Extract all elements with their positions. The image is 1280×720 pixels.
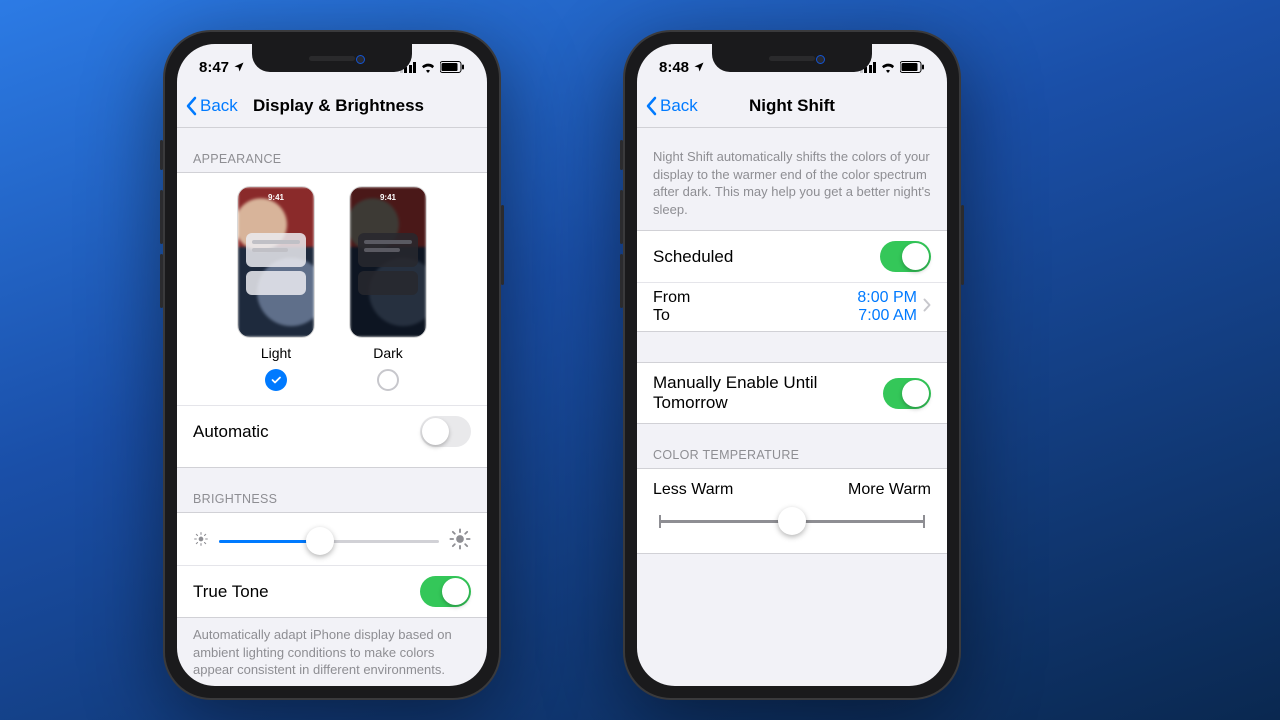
light-radio[interactable]	[265, 369, 287, 391]
manual-enable-label: Manually Enable Until Tomorrow	[653, 373, 883, 413]
truetone-label: True Tone	[193, 582, 269, 602]
scheduled-toggle[interactable]	[880, 241, 931, 272]
manual-enable-toggle[interactable]	[883, 378, 931, 409]
phone-display-brightness: 8:47	[163, 30, 501, 700]
battery-icon	[440, 61, 465, 73]
brightness-slider[interactable]	[219, 527, 439, 555]
appearance-header: APPEARANCE	[177, 128, 487, 172]
page-title: Night Shift	[637, 84, 947, 128]
to-label: To	[653, 307, 690, 325]
from-label: From	[653, 289, 690, 307]
from-value: 8:00 PM	[857, 289, 917, 307]
notch	[252, 44, 412, 72]
notch	[712, 44, 872, 72]
page-title: Display & Brightness	[177, 84, 487, 128]
brightness-slider-row	[177, 513, 487, 565]
appearance-dark-option[interactable]: 9:41 Dark	[350, 187, 426, 391]
truetone-description: Automatically adapt iPhone display based…	[177, 618, 487, 685]
wifi-icon	[880, 61, 896, 73]
dark-label: Dark	[373, 345, 403, 361]
status-time: 8:48	[659, 59, 689, 76]
dark-preview: 9:41	[350, 187, 426, 337]
less-warm-label: Less Warm	[653, 481, 733, 499]
phone-night-shift: 8:48	[623, 30, 961, 700]
schedule-row[interactable]: From To 8:00 PM 7:00 AM	[637, 282, 947, 331]
color-temperature-slider[interactable]	[659, 507, 925, 535]
night-shift-description: Night Shift automatically shifts the col…	[637, 128, 947, 224]
status-time: 8:47	[199, 59, 229, 76]
dark-radio[interactable]	[377, 369, 399, 391]
brightness-header: BRIGHTNESS	[177, 468, 487, 512]
sun-large-icon	[449, 528, 471, 555]
location-icon	[233, 61, 245, 73]
more-warm-label: More Warm	[848, 481, 931, 499]
battery-icon	[900, 61, 925, 73]
sun-small-icon	[193, 531, 209, 552]
light-label: Light	[261, 345, 291, 361]
automatic-toggle[interactable]	[420, 416, 471, 447]
scheduled-label: Scheduled	[653, 247, 733, 267]
location-icon	[693, 61, 705, 73]
to-value: 7:00 AM	[857, 307, 917, 325]
nav-bar: Back Display & Brightness	[177, 84, 487, 128]
truetone-toggle[interactable]	[420, 576, 471, 607]
wifi-icon	[420, 61, 436, 73]
nav-bar: Back Night Shift	[637, 84, 947, 128]
appearance-group: 9:41 Light	[177, 172, 487, 468]
appearance-light-option[interactable]: 9:41 Light	[238, 187, 314, 391]
color-temperature-header: COLOR TEMPERATURE	[637, 424, 947, 468]
automatic-label: Automatic	[193, 422, 269, 442]
light-preview: 9:41	[238, 187, 314, 337]
chevron-right-icon	[923, 297, 931, 317]
